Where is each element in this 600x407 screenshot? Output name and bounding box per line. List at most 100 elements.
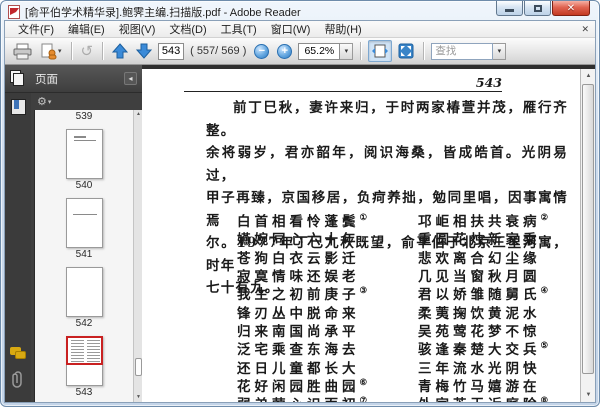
footnote-marker: ⑤ [540,341,549,352]
verse-line: 君以娇雏随舅氏④ [418,286,549,304]
paragraph-line: 余将弱岁，君亦韶年，阅识海桑，皆成皓首。光阴易过， [206,145,568,184]
thumbnails-scrollbar[interactable]: ▲ ▼ [133,110,142,402]
scrollbar-thumb[interactable] [582,84,594,374]
thumbnail-label-539[interactable]: 539 [76,111,93,122]
verse-line: 归来南国尚承平 [237,323,360,340]
verse-row: 弱弟萦心识面初⑦ 外家芝玉近庭除⑧ [237,394,548,402]
footnote-marker: ⑥ [359,377,368,388]
thumbnail-label-543[interactable]: 543 [76,387,93,398]
thumbnail-label-540[interactable]: 540 [76,180,93,191]
thumbnails-scroll-area: 539 540 541 542 543 ▲ ▼ [34,110,142,402]
footnote-marker: ③ [359,286,368,297]
comments-icon[interactable] [9,347,27,360]
verse-row: 嬿婉同心六十年 重圆花烛新家乘 [237,229,548,249]
next-page-button[interactable] [134,40,154,62]
panel-options-button[interactable]: ⚙ ▾ [31,93,142,110]
footnote-marker: ④ [540,286,549,297]
fullscreen-button[interactable] [396,40,416,62]
menu-file[interactable]: 文件(F) [11,20,61,38]
page-thumbnail-540[interactable] [65,129,103,179]
verse-line: 锋刃丛中脱命来 [237,305,360,322]
find-dropdown[interactable]: ▾ [493,42,507,60]
chevron-down-icon: ▾ [344,48,349,55]
collaborate-button[interactable]: ▾ [38,40,64,62]
verse-line: 重圆花烛新家乘 [418,232,541,249]
window-title: [俞平伯学术精华录].鲍霁主编.扫描版.pdf - Adobe Reader [25,6,301,19]
verse-line: 骇逢秦楚大交兵⑤ [418,341,549,359]
thumbnail-label-541[interactable]: 541 [76,249,93,260]
scroll-down-icon[interactable]: ▼ [134,393,142,402]
print-button[interactable] [11,40,34,62]
attachments-paperclip-icon[interactable] [11,369,25,394]
document-scrollbar[interactable]: ▲ ▼ [580,69,595,402]
verse-line: 寂寞情味还娱老 [237,269,360,286]
previous-page-button[interactable] [110,40,130,62]
toolbar-separator [102,42,104,60]
menu-document[interactable]: 文档(D) [162,20,213,38]
previous-view-button[interactable]: ↺ [79,40,96,62]
verse-row: 我生之初前庚子③ 君以娇雏随舅氏④ [237,284,549,304]
nav-tab-strip [5,93,31,402]
verse-row: 寂寞情味还娱老 几见当窗秋月圆 [237,266,548,286]
verse-line: 三年流水光阴快 [418,360,541,377]
close-document-icon[interactable]: ✕ [581,24,589,35]
minimize-button[interactable] [496,1,523,16]
zoom-level-value[interactable]: 65.2% [298,42,341,60]
verse-line: 弱弟萦心识面初⑦ [237,393,395,402]
chevron-down-icon: ▾ [47,98,52,106]
maximize-button[interactable] [524,1,551,16]
verse-row: 白首相看怜蓬鬓① 邛岠相扶共衰病② [237,211,549,231]
menu-help[interactable]: 帮助(H) [317,20,368,38]
menu-edit[interactable]: 编辑(E) [61,20,112,38]
verse-row: 泛宅乘查东海去 骇逢秦楚大交兵⑤ [237,339,549,359]
scroll-up-icon[interactable]: ▲ [134,110,142,119]
page-thumbnail-542[interactable] [65,267,103,317]
zoom-out-button[interactable]: − [252,40,271,62]
menu-bar: 文件(F) 编辑(E) 视图(V) 文档(D) 工具(T) 窗口(W) 帮助(H… [5,21,595,38]
bookmarks-tab-icon[interactable] [10,99,26,115]
thumbnail-label-542[interactable]: 542 [76,318,93,329]
thumbnails-panel: ⚙ ▾ 539 540 541 542 543 ▲ ▼ [31,93,142,402]
verse-line: 还日儿童都长大 [237,360,360,377]
page-number-input[interactable] [158,42,185,60]
maximize-icon [533,4,542,12]
arrow-up-icon [112,43,129,59]
verse-row: 锋刃丛中脱命来 柔荑掬饮黄泥水 [237,302,548,322]
footnote-marker: ⑦ [359,396,368,402]
zoom-in-button[interactable]: + [275,40,294,62]
close-icon: ✕ [566,2,576,14]
find-input[interactable] [431,42,494,60]
page-thumbnail-543[interactable] [65,336,103,386]
verse-line: 几见当窗秋月圆 [418,269,541,286]
collaborate-icon [41,43,57,59]
menu-view[interactable]: 视图(V) [112,20,163,38]
menu-window[interactable]: 窗口(W) [264,20,318,38]
fullscreen-icon [398,43,414,59]
scrolling-mode-button[interactable] [368,40,393,62]
toolbar: ▾ ↺ ( 557/ 569 ) − + [5,38,595,65]
thumbnail-list: 539 540 541 542 543 [35,110,133,400]
previous-view-icon: ↺ [80,43,94,60]
scrollbar-thumb[interactable] [135,358,142,376]
toolbar-separator [423,42,425,60]
document-pane: 543 前丁巳秋，妻许来归，于时两家椿萱并茂，雁行齐整。 余将弱岁，君亦韶年，阅… [142,65,595,402]
pdf-page[interactable]: 543 前丁巳秋，妻许来归，于时两家椿萱并茂，雁行齐整。 余将弱岁，君亦韶年，阅… [142,69,580,402]
collapse-panel-button[interactable]: ◂ [124,72,137,85]
gear-icon: ⚙ [37,96,47,108]
titlebar[interactable]: [俞平伯学术精华录].鲍霁主编.扫描版.pdf - Adobe Reader ✕ [4,1,596,20]
page-count-label: ( 557/ 569 ) [190,45,247,57]
verse-block: 白首相看怜蓬鬓① 邛岠相扶共衰病② 嬿婉同心六十年 重圆花烛新家乘 苍狗白衣云影… [237,211,548,402]
main-area: 页面 ◂ ⚙ ▾ 539 540 541 542 543 ▲ ▼ 543 前丁巳… [5,65,595,402]
scroll-down-icon[interactable]: ▼ [581,388,595,402]
zoom-in-icon: + [277,43,293,59]
chevron-down-icon: ▾ [58,48,62,55]
verse-line: 白首相看怜蓬鬓① [237,213,368,231]
scroll-up-icon[interactable]: ▲ [581,69,595,83]
verse-line: 邛岠相扶共衰病② [418,213,549,231]
zoom-level-dropdown[interactable]: ▾ [340,42,354,60]
arrow-down-icon [136,43,153,59]
verse-line: 悲欢离合幻尘缘 [418,250,541,267]
page-thumbnail-541[interactable] [65,198,103,248]
menu-tools[interactable]: 工具(T) [214,20,264,38]
close-button[interactable]: ✕ [552,1,590,16]
